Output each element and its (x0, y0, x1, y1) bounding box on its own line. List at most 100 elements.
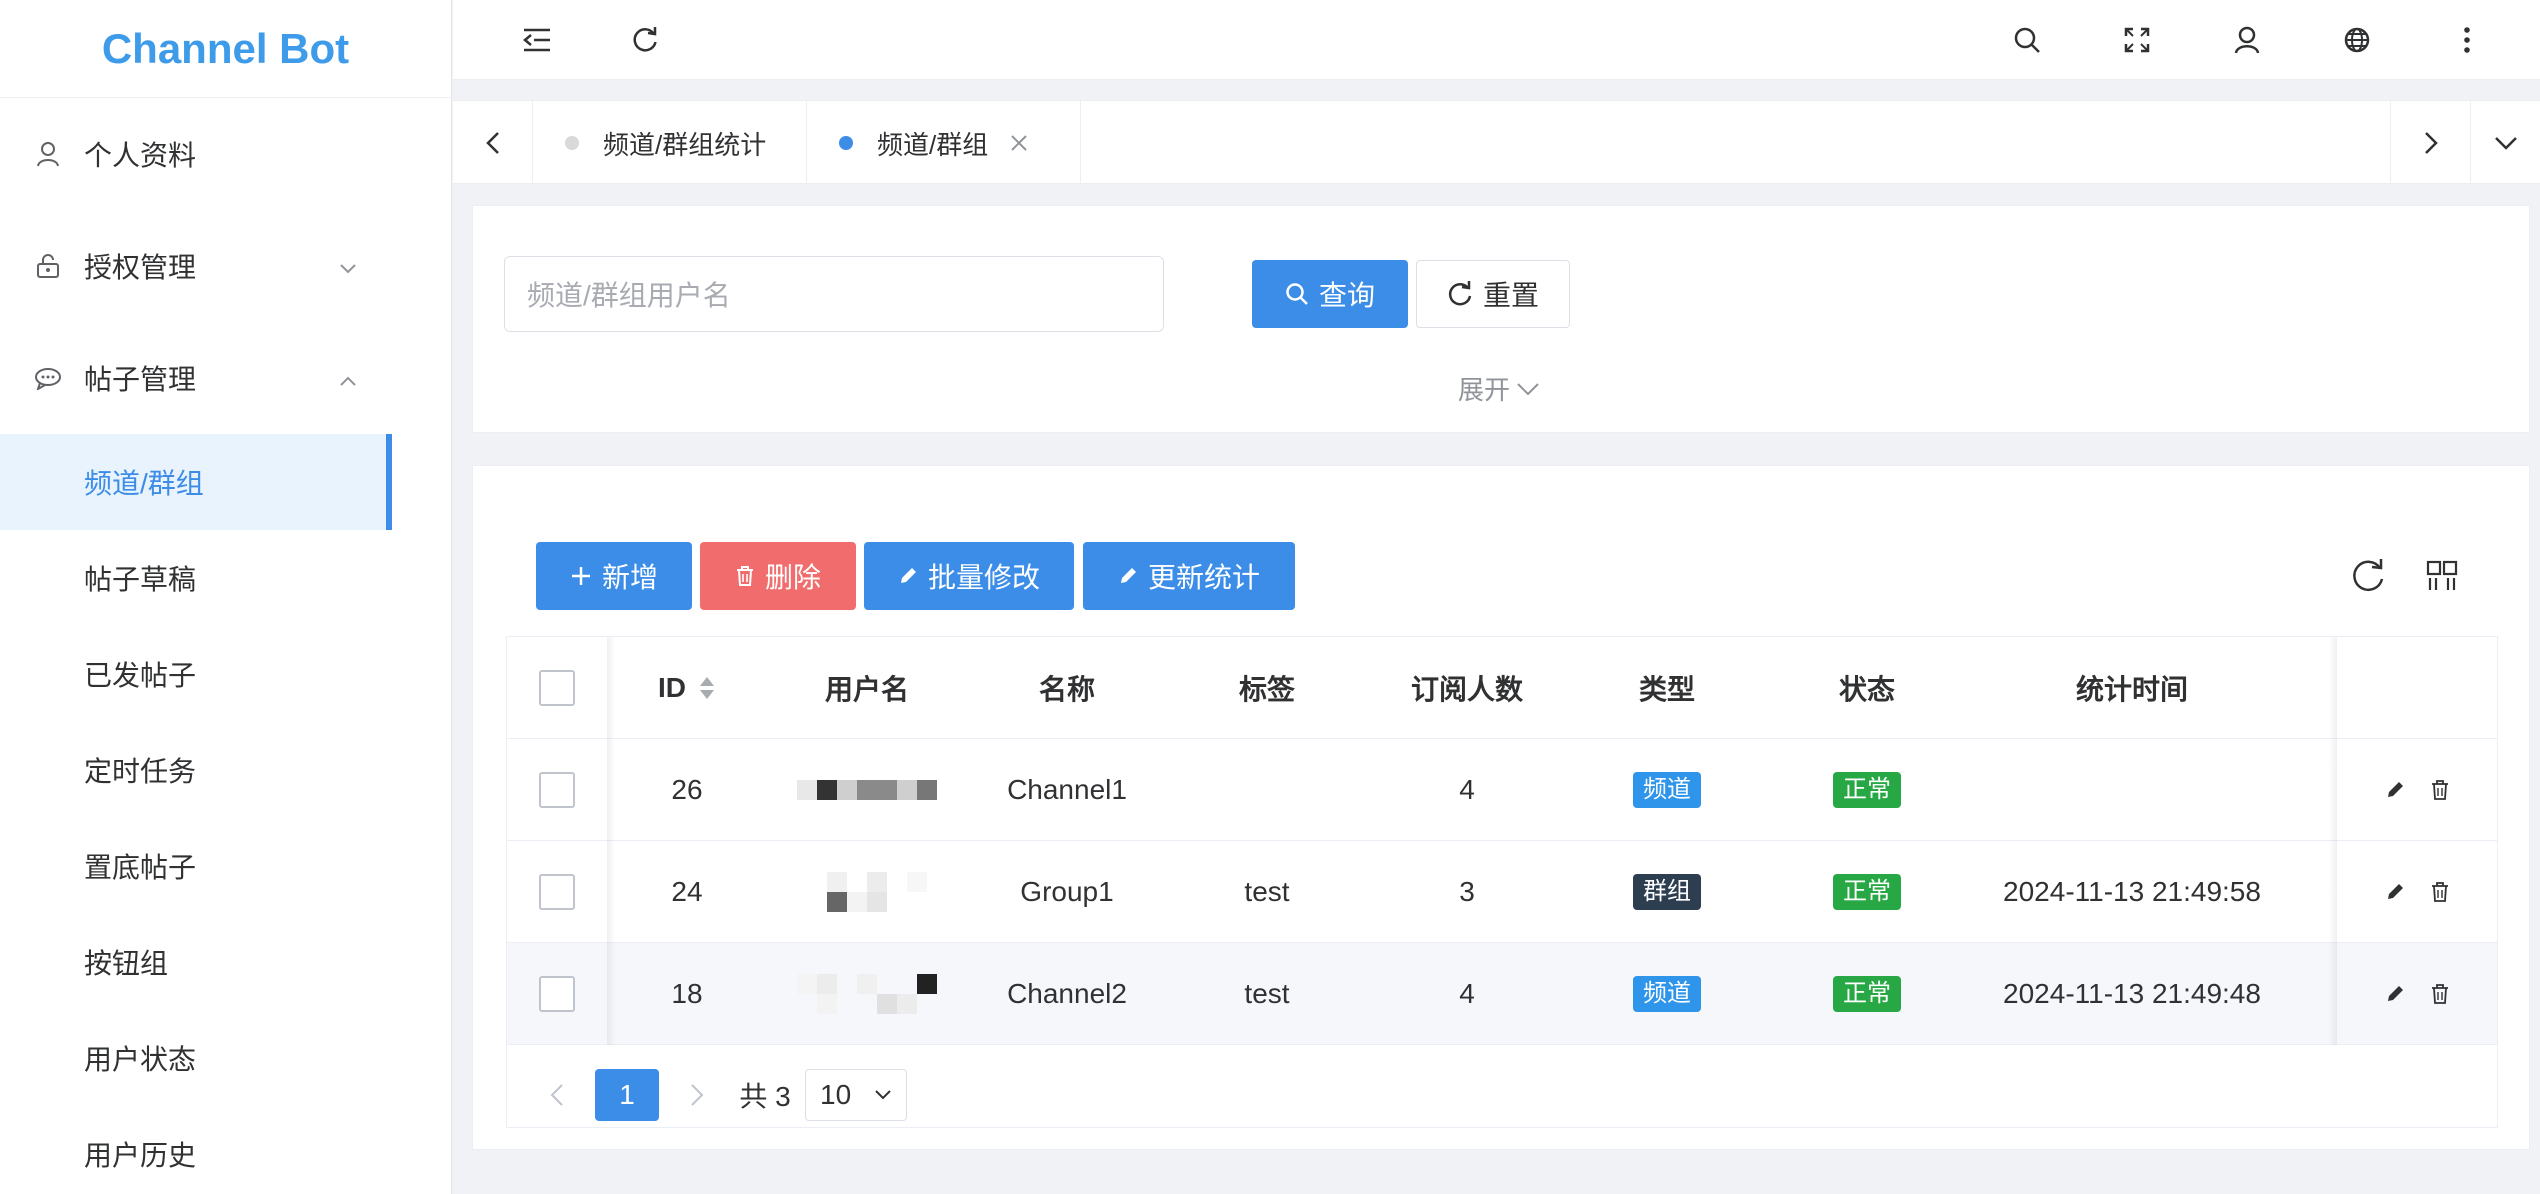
tab-status-dot (839, 136, 853, 150)
sidebar-item-pinned[interactable]: 置底帖子 (0, 818, 451, 914)
edit-icon (1118, 566, 1138, 586)
more-vertical-icon[interactable] (2445, 18, 2489, 62)
row-checkbox[interactable] (539, 772, 575, 808)
column-header-tag: 标签 (1238, 674, 1295, 705)
cell-name: Channel2 (1007, 978, 1127, 1009)
sidebar-item-scheduled[interactable]: 定时任务 (0, 722, 451, 818)
chevron-up-icon (339, 362, 357, 394)
page-number-button[interactable]: 1 (595, 1069, 659, 1121)
cell-tag: test (1244, 876, 1290, 907)
chat-icon (34, 364, 62, 392)
username-redacted (767, 943, 967, 1045)
column-header-status: 状态 (1838, 674, 1895, 705)
update-stats-button[interactable]: 更新统计 (1083, 542, 1295, 610)
type-badge: 频道 (1633, 976, 1701, 1012)
lock-icon (34, 252, 62, 280)
tab-status-dot (565, 136, 579, 150)
sidebar-item-profile[interactable]: 个人资料 (0, 98, 451, 210)
cell-name: Group1 (1020, 876, 1114, 907)
update-stats-label: 更新统计 (1147, 562, 1260, 593)
expand-toggle[interactable]: 展开 (1458, 370, 1540, 407)
column-header-type: 类型 (1638, 674, 1695, 705)
sidebar-item-posts[interactable]: 帖子管理 (0, 322, 451, 434)
batch-edit-button[interactable]: 批量修改 (864, 542, 1074, 610)
tab-channels[interactable]: 频道/群组 (807, 101, 1081, 185)
cell-subscribers: 3 (1459, 876, 1475, 907)
sidebar: Channel Bot 个人资料 授权管理 帖子管理 频道/群组 帖子草稿 已发… (0, 0, 452, 1194)
column-header-username: 用户名 (824, 674, 909, 705)
reset-button[interactable]: 重置 (1416, 260, 1570, 328)
cell-name: Channel1 (1007, 774, 1127, 805)
sidebar-item-auth[interactable]: 授权管理 (0, 210, 451, 322)
chevron-down-icon[interactable] (2470, 101, 2540, 185)
sidebar-item-published[interactable]: 已发帖子 (0, 626, 451, 722)
page-size-select[interactable]: 10 (805, 1069, 907, 1121)
edit-icon[interactable] (2385, 984, 2405, 1004)
add-label: 新增 (601, 562, 658, 593)
add-button[interactable]: 新增 (536, 542, 692, 610)
type-badge: 群组 (1633, 874, 1701, 910)
table-header-row: ID 用户名 名称 标签 订阅人数 类型 状态 统计时间 (507, 637, 2497, 739)
prev-page-icon[interactable] (537, 1069, 577, 1121)
sidebar-item-label: 授权管理 (84, 252, 197, 283)
edit-icon[interactable] (2385, 882, 2405, 902)
edit-icon[interactable] (2385, 780, 2405, 800)
tab-scroll-right-icon[interactable] (2390, 101, 2470, 185)
row-checkbox[interactable] (539, 976, 575, 1012)
table-row: 18 Channel2 test 4 频道 正常 2024-11-13 21:4… (507, 943, 2497, 1045)
cell-stat-time (1967, 739, 2297, 841)
select-all-checkbox[interactable] (539, 670, 575, 706)
sidebar-item-user-history[interactable]: 用户历史 (0, 1106, 451, 1194)
column-header-stat-time: 统计时间 (2075, 674, 2188, 705)
table-row: 24 Group1 test 3 群组 正常 2024-11-13 21:49:… (507, 841, 2497, 943)
tab-label: 频道/群组 (877, 129, 989, 160)
row-checkbox[interactable] (539, 874, 575, 910)
close-icon[interactable] (1010, 134, 1028, 152)
tab-channel-stats[interactable]: 频道/群组统计 (533, 101, 807, 185)
query-label: 查询 (1318, 280, 1375, 311)
fullscreen-icon[interactable] (2115, 18, 2159, 62)
globe-icon[interactable] (2335, 18, 2379, 62)
sidebar-item-button-groups[interactable]: 按钮组 (0, 914, 451, 1010)
sort-icon[interactable] (698, 675, 716, 701)
trash-icon[interactable] (2431, 780, 2449, 800)
username-redacted (767, 841, 967, 943)
search-input[interactable]: 频道/群组用户名 (504, 256, 1164, 332)
delete-button[interactable]: 删除 (700, 542, 856, 610)
column-header-subscribers: 订阅人数 (1410, 674, 1523, 705)
cell-tag: test (1244, 978, 1290, 1009)
column-header-id[interactable]: ID (607, 637, 767, 739)
sidebar-item-channels[interactable]: 频道/群组 (0, 434, 392, 530)
column-settings-icon[interactable] (2426, 560, 2458, 592)
search-icon (1285, 282, 1309, 306)
total-count: 共 3 (739, 1081, 791, 1112)
expand-label: 展开 (1458, 375, 1511, 405)
edit-icon (898, 566, 918, 586)
tab-bar: 频道/群组统计 频道/群组 (453, 100, 2540, 185)
fixed-column-shadow (2329, 637, 2337, 1045)
collapse-menu-icon[interactable] (515, 18, 559, 62)
cell-stat-time: 2024-11-13 21:49:48 (2003, 978, 2261, 1009)
sidebar-item-label: 个人资料 (84, 140, 197, 171)
status-badge: 正常 (1833, 772, 1901, 808)
tab-scroll-left-icon[interactable] (453, 101, 533, 185)
trash-icon[interactable] (2431, 984, 2449, 1004)
trash-icon[interactable] (2431, 882, 2449, 902)
user-icon (34, 140, 62, 168)
batch-edit-label: 批量修改 (927, 562, 1040, 593)
refresh-icon[interactable] (623, 18, 667, 62)
type-badge: 频道 (1633, 772, 1701, 808)
query-button[interactable]: 查询 (1252, 260, 1408, 328)
cell-id: 24 (671, 876, 703, 907)
search-icon[interactable] (2005, 18, 2049, 62)
next-page-icon[interactable] (677, 1069, 717, 1121)
chevron-down-icon (1516, 382, 1540, 396)
refresh-icon[interactable] (2350, 558, 2386, 594)
pagination: 1 共 3 10 (507, 1045, 2497, 1145)
sidebar-item-user-status[interactable]: 用户状态 (0, 1010, 451, 1106)
user-icon[interactable] (2225, 18, 2269, 62)
delete-label: 删除 (764, 562, 821, 593)
sidebar-item-drafts[interactable]: 帖子草稿 (0, 530, 451, 626)
cell-subscribers: 4 (1459, 774, 1475, 805)
cell-tag (1167, 739, 1367, 841)
